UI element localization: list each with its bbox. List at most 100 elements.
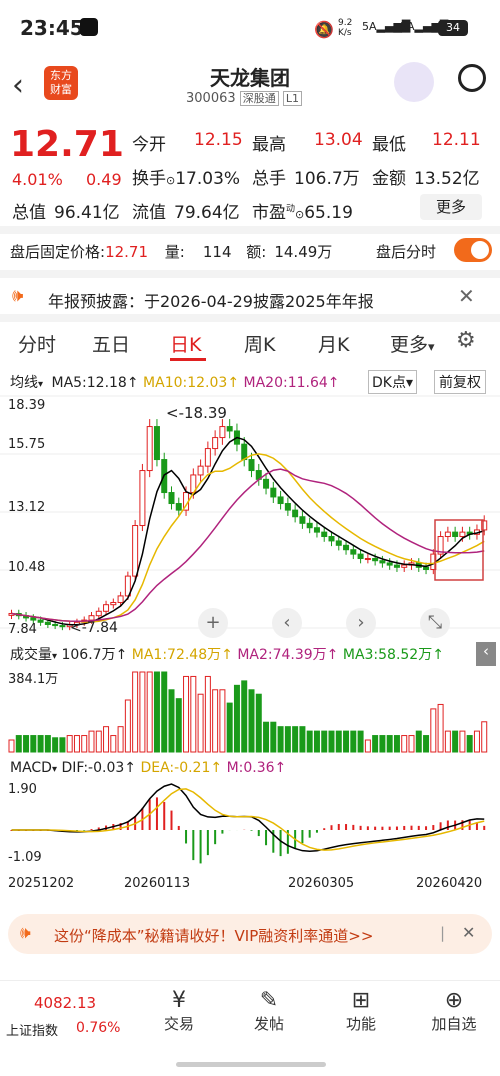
macd-bar — [83, 830, 86, 831]
macd-bar — [221, 830, 224, 834]
scroll-right-button[interactable]: › — [346, 608, 376, 638]
adjust-button[interactable]: 前复权 — [434, 370, 486, 394]
tab-monthly-k[interactable]: 月K — [318, 330, 349, 357]
post-button[interactable]: ✎ 发帖 — [244, 988, 294, 1034]
plus-circle-icon: ⊕ — [444, 988, 464, 1013]
after-hours-toggle[interactable] — [454, 238, 492, 262]
date-2: 20260113 — [124, 876, 191, 891]
megaphone-icon: 🕪 — [12, 285, 24, 306]
yen-icon: ¥ — [172, 988, 186, 1013]
candle — [263, 478, 270, 489]
candle — [270, 487, 277, 498]
index-value[interactable]: 4082.13 — [34, 994, 96, 1012]
candle — [306, 522, 313, 529]
change-amt: 0.49 — [86, 170, 122, 189]
candle — [328, 536, 335, 542]
macd-bar — [192, 830, 195, 861]
candle — [146, 426, 153, 472]
volume-bar — [23, 735, 30, 753]
volume-bar — [175, 698, 182, 753]
candle — [335, 540, 342, 546]
volume-bar — [379, 735, 386, 753]
tab-five-day[interactable]: 五日 — [92, 330, 130, 357]
macd-bar — [352, 824, 355, 830]
high-annotation: <-18.39 — [166, 404, 227, 422]
candlestick-chart[interactable] — [0, 392, 500, 640]
tab-indicator — [170, 358, 206, 361]
candle — [37, 619, 44, 623]
volume-bar — [408, 735, 415, 753]
volume-bar — [430, 708, 437, 753]
axis-4: 10.48 — [8, 560, 46, 575]
candle — [139, 470, 146, 527]
notice-text[interactable]: 年报预披露：于2026-04-29披露2025年年报 — [48, 288, 374, 312]
volume-legend: 成交量▾ 106.7万↑ MA1:72.48万↑ MA2:74.39万↑ MA3… — [10, 647, 444, 663]
more-button[interactable]: 更多 — [420, 194, 482, 220]
open-label: 今开 — [132, 135, 166, 155]
scroll-left-button[interactable]: ‹ — [272, 608, 302, 638]
dk-point-button[interactable]: DK点▾ — [368, 370, 417, 394]
macd-bar — [170, 810, 173, 830]
macd-bar — [410, 825, 413, 830]
high-label: 最高 — [252, 135, 286, 155]
macd-bar — [185, 830, 188, 844]
candle — [292, 509, 299, 518]
settings-gear-icon[interactable]: ⚙ — [456, 328, 476, 353]
volume-bar — [335, 730, 342, 753]
macd-bar — [359, 825, 362, 830]
promo-banner[interactable]: 🕪 这份“降成本”秘籍请收好！VIP融资利率通道>> | ✕ — [8, 914, 492, 954]
vol-label: 总手 — [252, 169, 286, 189]
volume-bar — [263, 721, 270, 753]
ma-label: 均线 — [10, 375, 38, 391]
tab-weekly-k[interactable]: 周K — [244, 330, 275, 357]
divider — [0, 270, 500, 278]
volume-bar — [481, 721, 488, 753]
add-watchlist-button[interactable]: ⊕ 加自选 — [424, 988, 484, 1034]
trade-button[interactable]: ¥ 交易 — [154, 988, 204, 1034]
macd-bar — [177, 825, 180, 830]
divider — [0, 226, 500, 234]
index-name: 上证指数 — [6, 1024, 59, 1039]
volume-bar — [204, 675, 211, 753]
macd-bar — [279, 830, 282, 857]
amount-value: 13.52亿 — [414, 169, 480, 189]
candle — [357, 553, 364, 560]
search-icon[interactable] — [458, 64, 486, 92]
macd-bar — [483, 825, 486, 830]
candle — [372, 558, 379, 562]
open-value: 12.15 — [194, 130, 243, 150]
close-icon[interactable]: ✕ — [462, 923, 475, 942]
candle — [204, 448, 211, 467]
last-price: 12.71 — [10, 124, 124, 165]
volume-bar — [37, 735, 44, 753]
tab-daily-k[interactable]: 日K — [170, 330, 201, 357]
candle — [386, 562, 393, 566]
zoom-in-button[interactable]: + — [198, 608, 228, 638]
collapse-panel-button[interactable]: ‹ — [476, 642, 496, 666]
index-pct: 0.76% — [76, 1020, 121, 1036]
macd-bar — [381, 826, 384, 830]
date-3: 20260305 — [288, 876, 355, 891]
volume-bar — [270, 721, 277, 753]
fullscreen-button[interactable]: ⤡ — [420, 608, 450, 638]
volume-bar — [372, 735, 379, 753]
macd-bar — [301, 830, 304, 844]
robot-avatar-icon[interactable] — [394, 62, 434, 102]
macd-bar — [315, 830, 318, 833]
after-hours-row: 盘后固定价格:12.71 量: 114 额: 14.49万 — [10, 243, 333, 261]
low-annotation: <-7.84 — [70, 620, 118, 636]
volume-bar — [52, 737, 59, 753]
divider — [0, 314, 500, 322]
function-button[interactable]: ⊞ 功能 — [336, 988, 386, 1034]
candle — [364, 558, 371, 561]
candle — [313, 527, 320, 533]
close-icon[interactable]: ✕ — [458, 284, 475, 308]
candle — [95, 610, 102, 617]
volume-bar — [15, 735, 22, 753]
macd-line — [11, 783, 485, 853]
tab-more[interactable]: 更多▾ — [390, 330, 435, 357]
macd-bar — [265, 830, 268, 846]
candle — [284, 503, 291, 511]
tab-timeshare[interactable]: 分时 — [18, 330, 56, 357]
change-pct: 4.01% — [12, 170, 63, 189]
